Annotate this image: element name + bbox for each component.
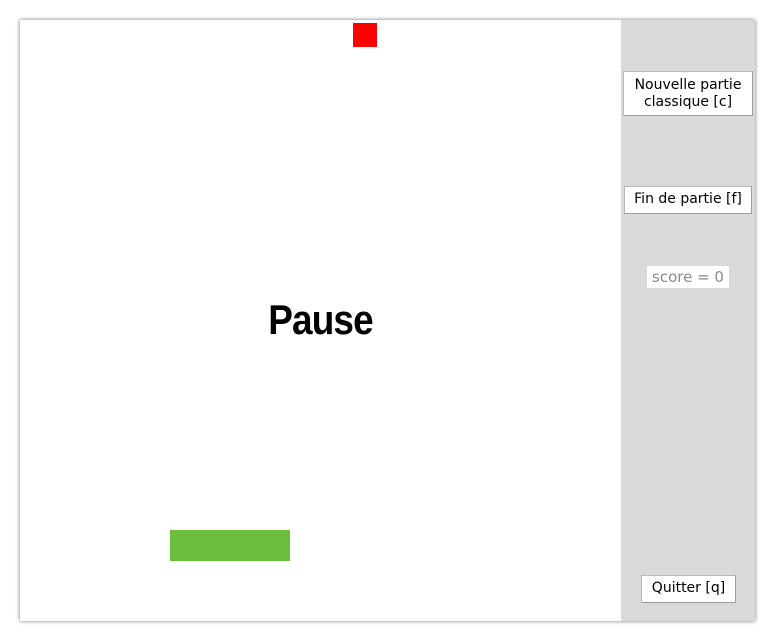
paddle[interactable]: [170, 530, 290, 561]
quit-button[interactable]: Quitter [q]: [641, 575, 736, 603]
ball: [353, 23, 377, 47]
new-classic-game-button[interactable]: Nouvelle partie classique [c]: [623, 71, 753, 116]
pause-label: Pause: [268, 296, 373, 343]
side-panel: Nouvelle partie classique [c] Fin de par…: [621, 20, 755, 621]
end-game-button[interactable]: Fin de partie [f]: [624, 186, 752, 214]
game-window: Pause Nouvelle partie classique [c] Fin …: [20, 20, 755, 621]
game-canvas[interactable]: Pause: [20, 20, 621, 621]
score-display: score = 0: [647, 266, 729, 288]
